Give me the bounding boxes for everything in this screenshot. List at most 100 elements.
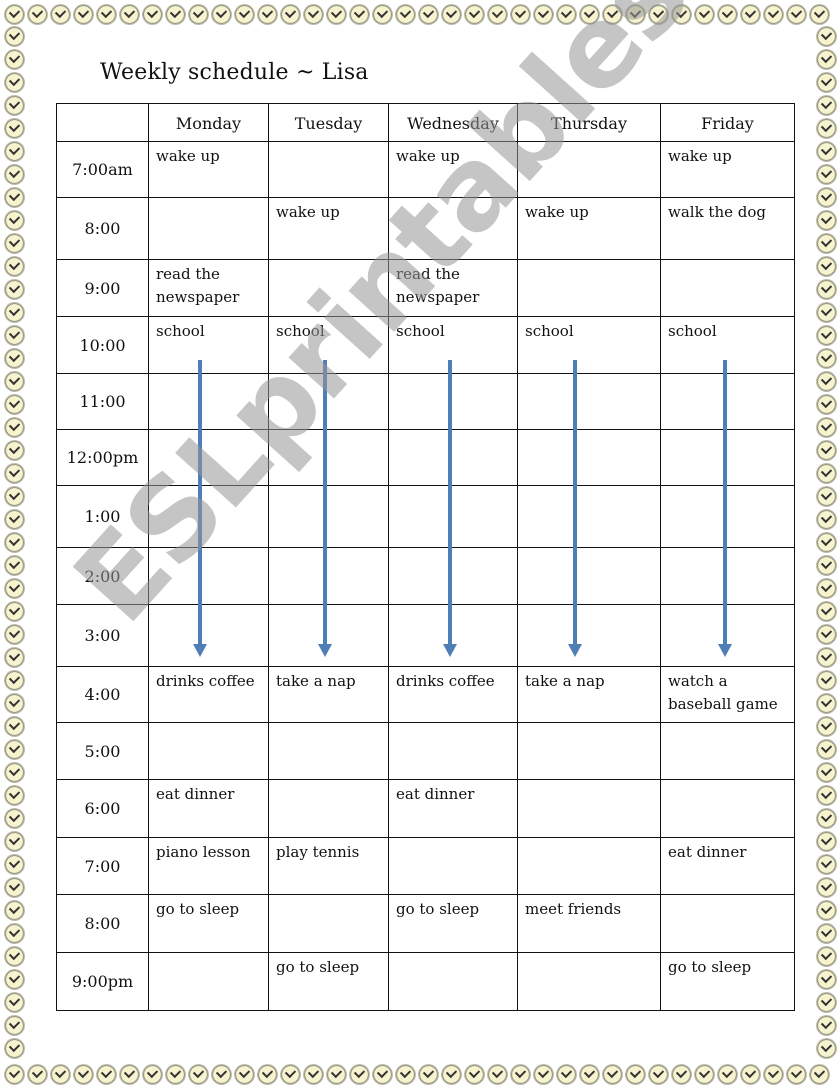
time-label: 11:00 [56, 373, 149, 430]
clock-icon [4, 831, 25, 852]
schedule-cell [268, 604, 389, 667]
schedule-cell: wake up [268, 197, 389, 260]
schedule-cell: meet friends [517, 894, 661, 953]
clock-icon [372, 4, 393, 25]
clock-icon [280, 4, 301, 25]
time-label: 7:00 [56, 837, 149, 895]
clock-icon [4, 946, 25, 967]
time-label: 5:00 [56, 722, 149, 780]
clock-icon [816, 486, 837, 507]
schedule-cell [517, 485, 661, 548]
clock-icon [602, 1064, 623, 1085]
clock-icon [4, 325, 25, 346]
schedule-cell [388, 197, 518, 260]
clock-icon [809, 1064, 830, 1085]
schedule-cell [517, 547, 661, 605]
clock-icon [816, 187, 837, 208]
clock-icon [717, 4, 738, 25]
clock-icon [816, 647, 837, 668]
clock-icon [4, 302, 25, 323]
clock-border-right [816, 26, 837, 1061]
schedule-cell [148, 485, 269, 548]
time-label: 7:00am [56, 141, 149, 198]
schedule-cell: eat dinner [148, 779, 269, 838]
clock-icon [816, 624, 837, 645]
table-row: 1:00 [56, 485, 795, 548]
clock-icon [717, 1064, 738, 1085]
page-title: Weekly schedule ~ Lisa [100, 60, 369, 85]
clock-icon [372, 1064, 393, 1085]
schedule-cell [268, 894, 389, 953]
clock-icon [395, 4, 416, 25]
clock-icon [4, 233, 25, 254]
schedule-cell [388, 547, 518, 605]
clock-icon [4, 854, 25, 875]
clock-icon [816, 716, 837, 737]
clock-icon [816, 118, 837, 139]
clock-icon [4, 624, 25, 645]
clock-icon [533, 1064, 554, 1085]
table-row: 8:00 go to sleep go to sleep meet friends [56, 894, 795, 953]
clock-icon [4, 26, 25, 47]
clock-icon [816, 49, 837, 70]
table-row: 7:00am wake up wake up wake up [56, 141, 795, 198]
clock-icon [395, 1064, 416, 1085]
clock-icon [27, 4, 48, 25]
schedule-cell [517, 604, 661, 667]
schedule-cell [517, 722, 661, 780]
clock-icon [816, 693, 837, 714]
clock-icon [579, 1064, 600, 1085]
clock-icon [4, 739, 25, 760]
clock-icon [816, 670, 837, 691]
schedule-cell [660, 259, 795, 317]
schedule-cell: school [388, 316, 518, 374]
clock-icon [816, 325, 837, 346]
schedule-cell [388, 429, 518, 486]
clock-icon [73, 1064, 94, 1085]
schedule-cell [660, 722, 795, 780]
time-label: 9:00pm [56, 952, 149, 1011]
schedule-cell: take a nap [268, 666, 389, 723]
clock-icon [816, 946, 837, 967]
clock-icon [740, 1064, 761, 1085]
clock-icon [4, 463, 25, 484]
clock-icon [4, 440, 25, 461]
table-row: 2:00 [56, 547, 795, 605]
schedule-cell: go to sleep [268, 952, 389, 1011]
time-label: 3:00 [56, 604, 149, 667]
clock-icon [602, 4, 623, 25]
clock-icon [763, 1064, 784, 1085]
clock-icon [4, 394, 25, 415]
schedule-cell [517, 141, 661, 198]
schedule-cell [268, 259, 389, 317]
schedule-cell [660, 547, 795, 605]
time-label: 6:00 [56, 779, 149, 838]
schedule-cell [388, 722, 518, 780]
header-corner-cell [56, 103, 149, 142]
clock-icon [4, 762, 25, 783]
schedule-cell [268, 779, 389, 838]
clock-border-top [4, 4, 832, 25]
schedule-cell: wake up [517, 197, 661, 260]
arrow-down-icon [193, 360, 207, 657]
schedule-cell [660, 779, 795, 838]
clock-icon [816, 877, 837, 898]
clock-icon [671, 4, 692, 25]
clock-icon [119, 4, 140, 25]
schedule-cell [148, 604, 269, 667]
clock-icon [816, 808, 837, 829]
clock-icon [4, 72, 25, 93]
clock-border-bottom [4, 1064, 832, 1085]
header-row: Monday Tuesday Wednesday Thursday Friday [56, 103, 795, 142]
clock-icon [740, 4, 761, 25]
schedule-cell [517, 952, 661, 1011]
clock-icon [50, 1064, 71, 1085]
clock-icon [816, 371, 837, 392]
arrow-down-icon [443, 360, 457, 657]
clock-icon [533, 4, 554, 25]
clock-icon [786, 1064, 807, 1085]
clock-icon [4, 647, 25, 668]
table-row: 5:00 [56, 722, 795, 780]
schedule-cell [388, 952, 518, 1011]
clock-icon [303, 4, 324, 25]
